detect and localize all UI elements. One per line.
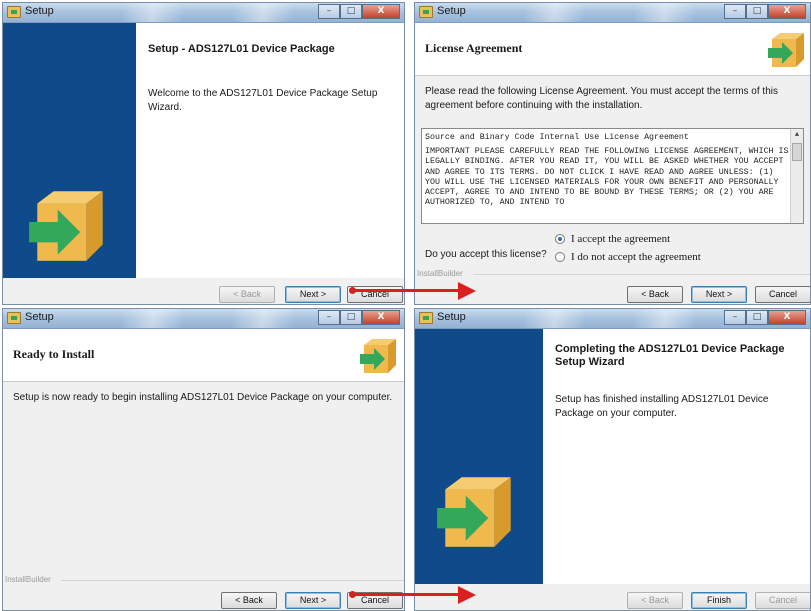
- decline-radio[interactable]: [555, 252, 565, 262]
- title-bar-glare: [123, 309, 183, 328]
- accept-radio-option[interactable]: I accept the agreement: [555, 233, 670, 245]
- accept-label: I accept the agreement: [571, 233, 671, 245]
- page-title: Ready to Install: [13, 347, 95, 361]
- back-button[interactable]: < Back: [219, 286, 275, 303]
- welcome-content: Setup - ADS127L01 Device Package Welcome…: [136, 23, 404, 278]
- arrow-head: [458, 282, 476, 300]
- ready-message: Setup is now ready to begin installing A…: [13, 392, 393, 403]
- package-box-icon: [437, 477, 511, 547]
- minimize-button[interactable]: –: [318, 310, 340, 325]
- ready-window: Setup – □ X Ready to Install Setup is no…: [2, 308, 405, 611]
- complete-message: Setup has finished installing ADS127L01 …: [555, 394, 769, 419]
- setup-app-icon: [7, 312, 21, 324]
- maximize-button[interactable]: □: [340, 310, 362, 325]
- installbuilder-separator: InstallBuilder: [415, 269, 810, 279]
- next-button[interactable]: Next >: [285, 592, 341, 609]
- title-bar[interactable]: Setup – □ X: [3, 3, 404, 23]
- minimize-button[interactable]: –: [724, 310, 746, 325]
- close-button[interactable]: X: [768, 310, 806, 325]
- window-controls: – □ X: [724, 4, 806, 20]
- window-controls: – □ X: [318, 4, 400, 20]
- accept-question: Do you accept this license?: [425, 249, 547, 260]
- package-box-icon: [360, 339, 396, 373]
- arrow-shaft: [352, 593, 460, 596]
- installbuilder-label: InstallBuilder: [5, 575, 51, 584]
- title-bar-glare: [525, 3, 585, 22]
- separator-line: [473, 274, 810, 275]
- close-button[interactable]: X: [768, 4, 806, 19]
- title-bar-glare: [233, 3, 293, 22]
- wizard-client: Completing the ADS127L01 Device Package …: [415, 329, 810, 610]
- title-bar[interactable]: Setup – □ X: [3, 309, 404, 329]
- window-title: Setup: [437, 5, 466, 17]
- cancel-button[interactable]: Cancel: [755, 592, 810, 609]
- setup-app-icon: [419, 312, 433, 324]
- title-bar[interactable]: Setup – □ X: [415, 3, 810, 23]
- cancel-button[interactable]: Cancel: [755, 286, 810, 303]
- license-intro: Please read the following License Agreem…: [425, 86, 778, 111]
- separator-line: [61, 580, 404, 581]
- license-text-area[interactable]: Source and Binary Code Internal Use Lice…: [421, 128, 804, 224]
- minimize-button[interactable]: –: [724, 4, 746, 19]
- wizard-side-panel: [415, 329, 543, 584]
- title-bar-glare: [635, 3, 695, 22]
- title-bar[interactable]: Setup – □ X: [415, 309, 810, 329]
- maximize-button[interactable]: □: [746, 310, 768, 325]
- title-bar-glare: [635, 309, 695, 328]
- scrollbar-thumb[interactable]: [792, 143, 802, 161]
- package-box-icon: [768, 33, 804, 67]
- package-box-icon: [29, 191, 103, 261]
- setup-app-icon: [419, 6, 433, 18]
- accept-radio[interactable]: [555, 234, 565, 244]
- minimize-button[interactable]: –: [318, 4, 340, 19]
- window-controls: – □ X: [318, 310, 400, 326]
- next-button[interactable]: Next >: [691, 286, 747, 303]
- back-button[interactable]: < Back: [221, 592, 277, 609]
- arrow-shaft: [352, 289, 460, 292]
- maximize-button[interactable]: □: [340, 4, 362, 19]
- complete-window: Setup – □ X Completing the ADS127L01 Dev…: [414, 308, 811, 611]
- setup-app-icon: [7, 6, 21, 18]
- next-button[interactable]: Next >: [285, 286, 341, 303]
- arrow-head: [458, 586, 476, 604]
- complete-content: Completing the ADS127L01 Device Package …: [543, 329, 810, 584]
- wizard-client: Setup - ADS127L01 Device Package Welcome…: [3, 23, 404, 304]
- installbuilder-label: InstallBuilder: [417, 269, 463, 278]
- maximize-button[interactable]: □: [746, 4, 768, 19]
- wizard-title: Setup - ADS127L01 Device Package: [148, 43, 335, 55]
- window-title: Setup: [437, 311, 466, 323]
- finish-button[interactable]: Finish: [691, 592, 747, 609]
- installbuilder-separator: InstallBuilder: [3, 575, 404, 585]
- title-bar-glare: [123, 3, 183, 22]
- close-button[interactable]: X: [362, 4, 400, 19]
- license-body: IMPORTANT PLEASE CAREFULLY READ THE FOLL…: [425, 147, 789, 208]
- window-title: Setup: [25, 311, 54, 323]
- back-button[interactable]: < Back: [627, 286, 683, 303]
- decline-label: I do not accept the agreement: [571, 251, 701, 263]
- window-title: Setup: [25, 5, 54, 17]
- step-arrow-icon: [349, 282, 476, 300]
- license-window: Setup – □ X License Agreement Please rea…: [414, 2, 811, 305]
- close-button[interactable]: X: [362, 310, 400, 325]
- wizard-title: Completing the ADS127L01 Device Package …: [555, 343, 785, 368]
- wizard-header: License Agreement: [415, 23, 810, 76]
- title-bar-glare: [525, 309, 585, 328]
- title-bar-glare: [233, 309, 293, 328]
- welcome-message: Welcome to the ADS127L01 Device Package …: [148, 88, 378, 113]
- page-title: License Agreement: [425, 41, 523, 55]
- license-scrollbar[interactable]: ▲: [790, 129, 803, 223]
- window-controls: – □ X: [724, 310, 806, 326]
- wizard-side-panel: [3, 23, 136, 278]
- back-button[interactable]: < Back: [627, 592, 683, 609]
- scroll-up-icon[interactable]: ▲: [791, 129, 803, 141]
- wizard-header: Ready to Install: [3, 329, 404, 382]
- step-arrow-icon: [349, 586, 476, 604]
- license-heading: Source and Binary Code Internal Use Lice…: [425, 133, 689, 142]
- decline-radio-option[interactable]: I do not accept the agreement: [555, 251, 701, 263]
- welcome-window: Setup – □ X Setup - ADS127L01 Device Pac…: [2, 2, 405, 305]
- wizard-client: Ready to Install Setup is now ready to b…: [3, 329, 404, 610]
- wizard-client: License Agreement Please read the follow…: [415, 23, 810, 304]
